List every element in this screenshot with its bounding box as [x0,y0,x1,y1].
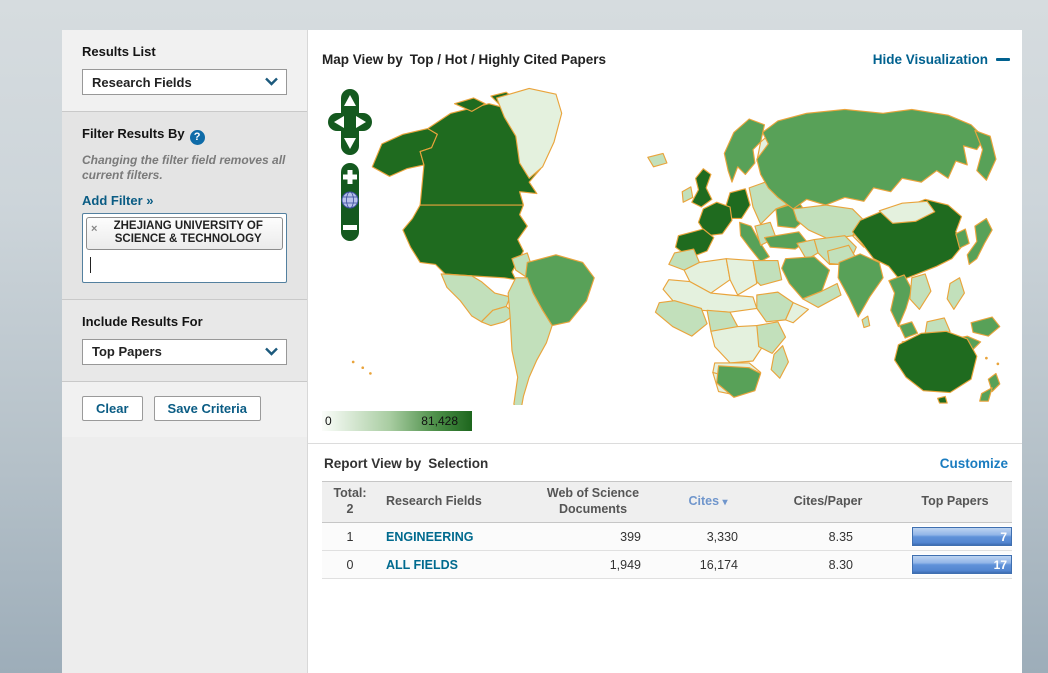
map-legend: 0 81,428 [322,411,472,431]
customize-link[interactable]: Customize [940,456,1008,471]
map-controls [326,87,374,252]
sort-desc-icon: ▾ [723,497,728,508]
include-results-dropdown-value: Top Papers [92,344,162,359]
row-rank: 0 [322,558,378,572]
world-map[interactable] [318,75,1012,405]
results-list-dropdown[interactable]: Research Fields [82,69,287,95]
zoom-out-icon [343,225,357,230]
row-documents: 399 [528,530,658,544]
filter-section: Filter Results By? Changing the filter f… [62,112,307,300]
filter-tag-label: ZHEJIANG UNIVERSITY OF SCIENCE & TECHNOL… [99,220,277,246]
results-list-section: Results List Research Fields [62,30,307,112]
map-view-title: Map View byTop / Hot / Highly Cited Pape… [322,52,606,67]
filter-input-box[interactable]: × ZHEJIANG UNIVERSITY OF SCIENCE & TECHN… [82,213,287,283]
content-card: Results List Research Fields Filter Resu… [62,30,1022,673]
results-list-title: Results List [82,44,287,59]
filter-tag: × ZHEJIANG UNIVERSITY OF SCIENCE & TECHN… [86,217,283,250]
filter-note: Changing the filter field removes all cu… [82,153,287,184]
globe-icon [342,192,358,208]
map-view-header: Map View byTop / Hot / Highly Cited Pape… [308,30,1022,75]
field-link-all-fields[interactable]: ALL FIELDS [386,558,458,572]
row-cites: 16,174 [658,558,758,572]
include-results-dropdown[interactable]: Top Papers [82,339,287,365]
row-cites-per-paper: 8.35 [758,530,898,544]
row-cites: 3,330 [658,530,758,544]
field-link-engineering[interactable]: ENGINEERING [386,530,474,544]
legend-min-label: 0 [325,414,332,428]
remove-tag-icon[interactable]: × [91,224,97,235]
hide-visualization-link[interactable]: Hide Visualization [873,52,1010,67]
include-results-section: Include Results For Top Papers [62,300,307,382]
zoom-control [341,163,359,241]
row-documents: 1,949 [528,558,658,572]
top-papers-bar: 7 [912,527,1012,546]
map-visualization: 0 81,428 [318,75,1012,431]
actions-section: Clear Save Criteria [62,382,307,437]
chevron-down-icon [264,343,279,361]
row-cites-per-paper: 8.30 [758,558,898,572]
report-view-header: Report View bySelection Customize [308,444,1022,481]
report-section: Report View bySelection Customize Total:… [308,443,1022,579]
top-papers-bar: 17 [912,555,1012,574]
sidebar: Results List Research Fields Filter Resu… [62,30,308,673]
clear-button[interactable]: Clear [82,396,143,421]
pan-control [328,89,372,155]
save-criteria-button[interactable]: Save Criteria [154,396,262,421]
column-header-cites-per-paper[interactable]: Cites/Paper [758,494,898,510]
legend-max-label: 81,428 [421,414,458,428]
world-map-container [318,75,1012,405]
main-panel: Map View byTop / Hot / Highly Cited Pape… [308,30,1022,673]
results-table: Total: 2 Research Fields Web of Science … [322,481,1012,579]
help-icon[interactable]: ? [190,130,205,145]
add-filter-link[interactable]: Add Filter » [82,193,154,208]
table-row: 1 ENGINEERING 399 3,330 8.35 7 [322,523,1012,551]
row-rank: 1 [322,530,378,544]
results-list-dropdown-value: Research Fields [92,75,192,90]
report-view-title: Report View bySelection [324,456,488,471]
total-header: Total: 2 [322,486,378,517]
include-results-title: Include Results For [82,314,287,329]
column-header-top-papers[interactable]: Top Papers [898,494,1012,510]
table-row: 0 ALL FIELDS 1,949 16,174 8.30 17 [322,551,1012,579]
table-header-row: Total: 2 Research Fields Web of Science … [322,481,1012,523]
filter-title: Filter Results By? [82,126,287,145]
column-header-documents[interactable]: Web of Science Documents [528,486,658,517]
text-cursor [90,257,91,273]
minus-icon [996,58,1010,61]
column-header-cites[interactable]: Cites ▾ [658,494,758,510]
column-header-research-fields[interactable]: Research Fields [378,494,528,510]
chevron-down-icon [264,73,279,91]
